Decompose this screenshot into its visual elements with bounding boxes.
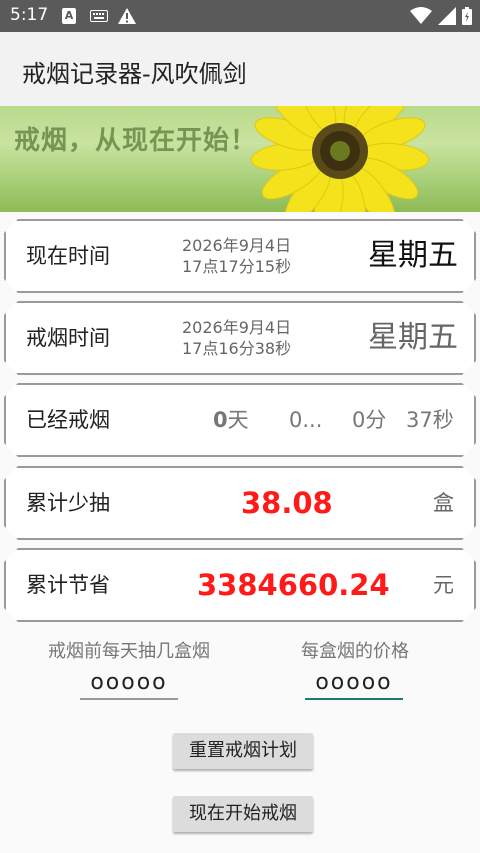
money-saved-label: 累计节省 [26,573,110,597]
current-datetime: 2026年9月4日 17点17分15秒 [182,235,291,277]
battery-icon [462,7,472,25]
duration-days: 0天 [213,385,249,455]
banner-image: 戒烟，从现在开始！ [0,106,480,212]
boxes-per-day-label: 戒烟前每天抽几盒烟 [48,641,210,662]
current-clock: 17点17分15秒 [182,257,292,276]
current-date: 2026年9月4日 [182,236,292,255]
duration-minutes: 0分 [352,408,387,432]
warning-icon [118,8,136,24]
banner-slogan: 戒烟，从现在开始！ [14,126,258,156]
a-notification-icon: A [62,8,76,24]
less-smoked-card: 累计少抽 38.08 盒 [4,466,476,540]
status-bar: 5:17 A [0,0,480,32]
price-per-box-label: 每盒烟的价格 [301,641,409,662]
quit-date: 2026年9月4日 [182,318,292,337]
quit-weekday: 星期五 [368,320,458,355]
reset-plan-button[interactable]: 重置戒烟计划 [173,733,313,769]
quit-time-label: 戒烟时间 [26,326,110,350]
money-saved-value: 3384660.24 [197,568,390,602]
duration-seconds: 37秒 [406,408,454,432]
less-smoked-label: 累计少抽 [26,491,110,515]
app-bar: 戒烟记录器-风吹佩剑 [0,32,480,106]
quit-duration-card: 已经戒烟 0天 0... 0分 37秒 [4,383,476,457]
quit-duration-label: 已经戒烟 [26,408,110,432]
wifi-icon [410,7,432,24]
start-quitting-button[interactable]: 现在开始戒烟 [173,796,313,832]
less-smoked-unit: 盒 [433,491,454,515]
money-saved-unit: 元 [433,573,454,597]
duration-days-unit: 天 [227,408,249,432]
duration-days-value: 0 [213,408,228,432]
app-title: 戒烟记录器-风吹佩剑 [22,60,247,88]
current-time-card: 现在时间 2026年9月4日 17点17分15秒 星期五 [4,219,476,293]
sunflower-icon [250,106,430,212]
duration-hours: 0... [289,408,323,432]
keyboard-icon [90,10,108,22]
current-weekday: 星期五 [368,238,458,273]
signal-icon [438,7,456,25]
status-time: 5:17 [10,5,49,25]
quit-datetime: 2026年9月4日 17点16分38秒 [182,317,291,359]
price-per-box-input[interactable]: ooooo [305,670,403,700]
less-smoked-value: 38.08 [241,486,333,520]
quit-clock: 17点16分38秒 [182,339,292,358]
current-time-label: 现在时间 [26,244,110,268]
money-saved-card: 累计节省 3384660.24 元 [4,548,476,622]
quit-time-card: 戒烟时间 2026年9月4日 17点16分38秒 星期五 [4,301,476,375]
boxes-per-day-input[interactable]: ooooo [80,670,178,700]
